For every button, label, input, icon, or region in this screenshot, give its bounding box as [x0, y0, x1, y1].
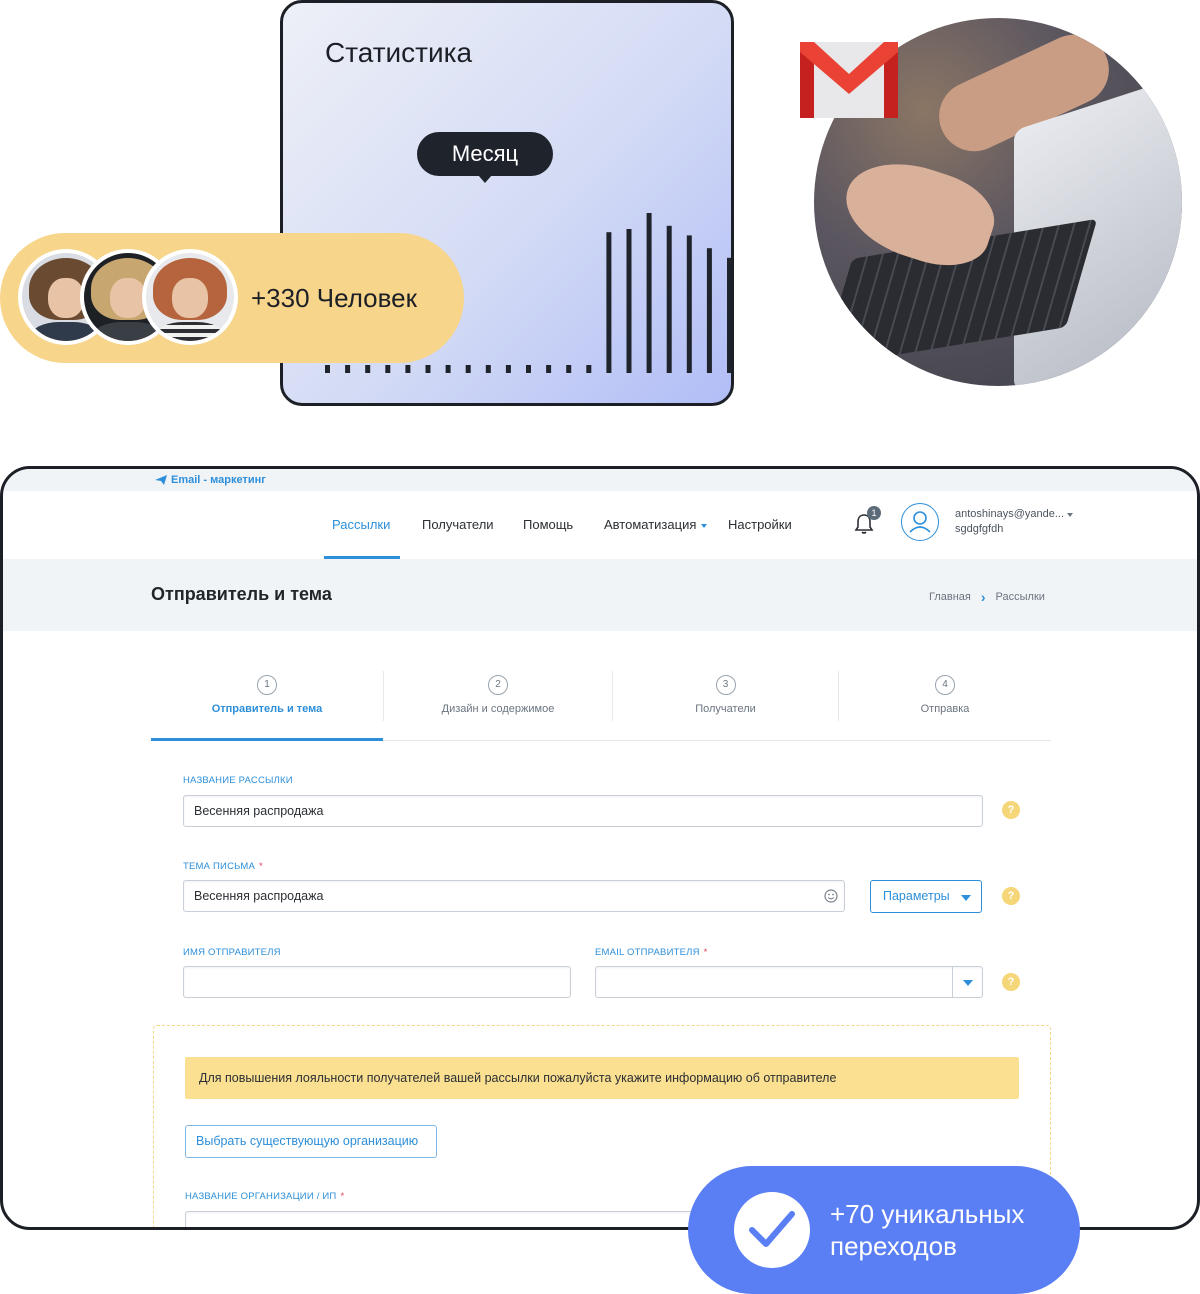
paper-plane-icon — [155, 475, 167, 485]
parameters-button[interactable]: Параметры — [870, 880, 982, 913]
nav-item-automation-label: Автоматизация — [604, 517, 697, 532]
required-mark: * — [703, 947, 708, 958]
help-icon[interactable]: ? — [1002, 801, 1020, 819]
brand-label: Email - маркетинг — [171, 474, 266, 486]
sender-email-select[interactable] — [595, 966, 983, 998]
notification-badge: 1 — [867, 506, 881, 520]
step-sender-and-subject[interactable]: 1 Отправитель и тема — [151, 667, 383, 741]
breadcrumb-home[interactable]: Главная — [929, 591, 971, 603]
step-number: 4 — [935, 675, 955, 695]
subject-label: ТЕМА ПИСЬМА * — [183, 861, 263, 872]
people-count-pill: +330 Человек — [0, 233, 464, 363]
chevron-down-icon — [961, 895, 971, 901]
step-label: Получатели — [695, 703, 756, 715]
gmail-icon — [800, 42, 898, 118]
statistics-bar — [706, 248, 712, 373]
nav-item-settings[interactable]: Настройки — [728, 517, 792, 532]
statistics-bar — [345, 365, 351, 373]
user-icon — [909, 511, 931, 533]
brand[interactable]: Email - маркетинг — [155, 474, 266, 486]
statistics-bar — [485, 365, 491, 373]
step-label: Отправка — [920, 703, 970, 715]
unique-transitions-pill: +70 уникальных переходов — [688, 1166, 1080, 1294]
statistics-bar — [566, 365, 572, 373]
chevron-down-icon[interactable] — [1067, 513, 1073, 517]
statistics-bar — [646, 213, 652, 373]
organization-name-label-text: НАЗВАНИЕ ОРГАНИЗАЦИИ / ИП — [185, 1191, 337, 1202]
statistics-bar — [325, 365, 330, 373]
subject-label-text: ТЕМА ПИСЬМА — [183, 861, 256, 872]
required-mark: * — [340, 1191, 345, 1202]
parameters-button-label: Параметры — [883, 889, 950, 903]
period-tooltip: Месяц — [417, 132, 553, 183]
campaign-name-label: НАЗВАНИЕ РАССЫЛКИ — [183, 775, 293, 786]
statistics-bar — [505, 365, 511, 373]
title-bar: Отправитель и тема Главная › Рассылки — [3, 559, 1197, 631]
sender-email-label: EMAIL ОТПРАВИТЕЛЯ * — [595, 947, 708, 958]
emoji-icon[interactable] — [824, 889, 838, 903]
page-title: Отправитель и тема — [151, 584, 332, 604]
sender-email-label-text: EMAIL ОТПРАВИТЕЛЯ — [595, 947, 700, 958]
chevron-down-icon — [963, 980, 973, 986]
people-count-label: +330 Человек — [251, 283, 417, 313]
breadcrumb-current[interactable]: Рассылки — [996, 591, 1045, 603]
subject-input[interactable]: Весенняя распродажа — [183, 880, 845, 912]
statistics-bar — [526, 365, 531, 373]
statistics-bar — [626, 229, 632, 373]
wizard-steps: 1 Отправитель и тема 2 Дизайн и содержим… — [151, 667, 1051, 741]
step-label: Отправитель и тема — [211, 703, 323, 715]
sender-name-input[interactable] — [183, 966, 571, 998]
chevron-down-icon — [701, 523, 708, 528]
nav-item-mailings[interactable]: Рассылки — [332, 517, 390, 532]
check-icon — [749, 1211, 795, 1247]
statistics-bar — [405, 365, 411, 373]
organization-name-label: НАЗВАНИЕ ОРГАНИЗАЦИИ / ИП * — [185, 1191, 344, 1202]
statistics-bar — [666, 225, 672, 373]
active-step-underline — [151, 738, 383, 741]
top-strip: Email - маркетинг — [3, 469, 1197, 491]
user-name: sgdgfgfdh — [955, 523, 1004, 535]
step-recipients[interactable]: 3 Получатели — [613, 667, 838, 741]
step-label: Дизайн и содержимое — [441, 703, 555, 715]
subject-input-value: Весенняя распродажа — [194, 889, 324, 903]
statistics-bar — [686, 235, 692, 373]
help-icon[interactable]: ? — [1002, 887, 1020, 905]
statistics-bar — [586, 365, 592, 373]
dropdown-toggle[interactable] — [952, 967, 982, 997]
statistics-bar — [425, 365, 431, 373]
nav-item-help[interactable]: Помощь — [523, 517, 573, 532]
step-number: 3 — [715, 675, 736, 695]
unique-transitions-line2: переходов — [830, 1231, 957, 1261]
chevron-right-icon: › — [980, 589, 986, 605]
campaign-name-input[interactable]: Весенняя распродажа — [183, 795, 983, 827]
step-number: 1 — [257, 675, 277, 695]
user-email[interactable]: antoshinays@yande... — [955, 508, 1064, 520]
main-header: Рассылки Получатели Помощь Автоматизация… — [3, 491, 1197, 559]
statistics-bar — [365, 365, 371, 373]
statistics-bar — [727, 257, 731, 373]
sender-info-notice: Для повышения лояльности получателей ваш… — [185, 1057, 1019, 1099]
nav-item-automation[interactable]: Автоматизация — [604, 517, 708, 532]
statistics-bar — [546, 365, 552, 373]
user-avatar[interactable] — [901, 503, 939, 541]
step-design-and-content[interactable]: 2 Дизайн и содержимое — [384, 667, 612, 741]
step-number: 2 — [488, 675, 508, 695]
statistics-bar — [445, 365, 451, 373]
nav-item-recipients[interactable]: Получатели — [422, 517, 494, 532]
unique-transitions-line1: +70 уникальных — [830, 1199, 1025, 1229]
check-badge — [734, 1192, 810, 1268]
avatar — [142, 249, 238, 345]
choose-organization-button[interactable]: Выбрать существующую организацию — [185, 1125, 437, 1158]
unique-transitions-label: +70 уникальных переходов — [830, 1198, 1060, 1262]
statistics-bar — [465, 365, 471, 373]
sender-name-label: ИМЯ ОТПРАВИТЕЛЯ — [183, 947, 281, 958]
statistics-bar — [606, 232, 612, 373]
statistics-bar — [385, 365, 391, 373]
step-sending[interactable]: 4 Отправка — [839, 667, 1051, 741]
required-mark: * — [259, 861, 263, 872]
help-icon[interactable]: ? — [1002, 973, 1020, 991]
breadcrumb: Главная › Рассылки — [929, 589, 1045, 605]
app-window: Email - маркетинг Рассылки Получатели По… — [0, 466, 1200, 1230]
